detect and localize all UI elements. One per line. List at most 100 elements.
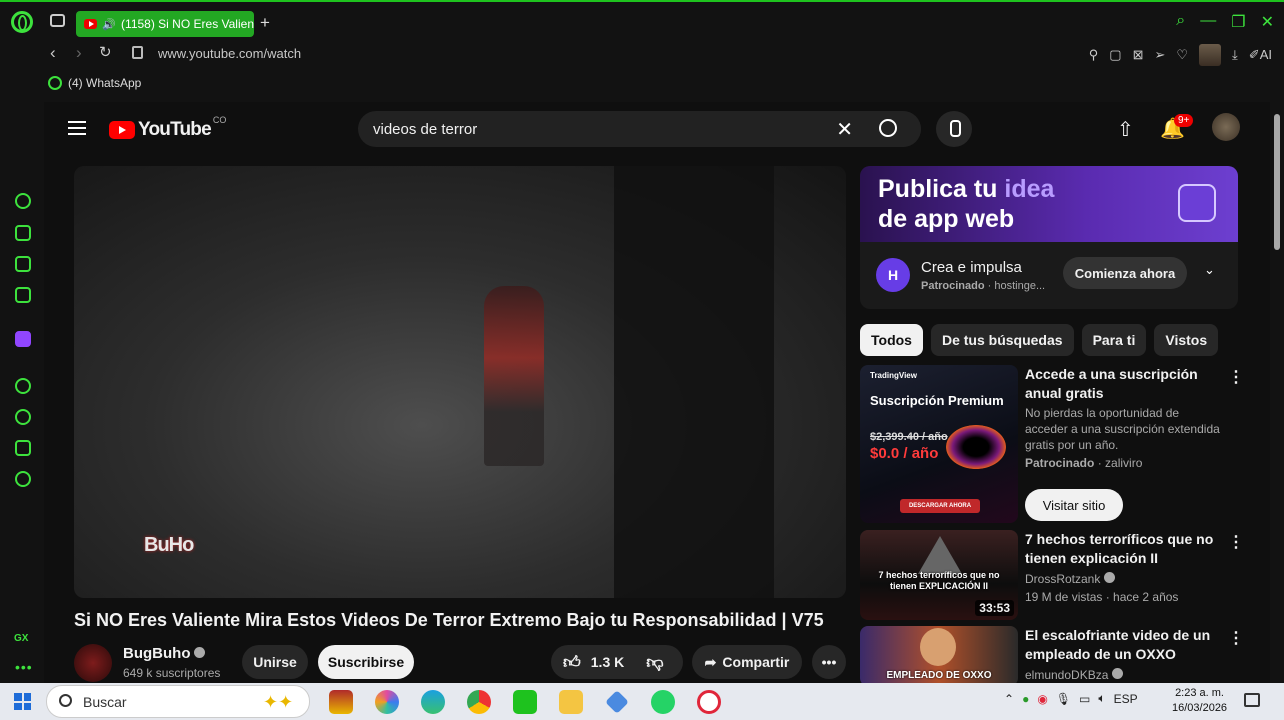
network-icon[interactable]: ▭: [1079, 692, 1090, 706]
tray-app-icon[interactable]: ●: [1022, 692, 1029, 706]
bookmark-whatsapp[interactable]: (4) WhatsApp: [68, 76, 141, 90]
history-icon[interactable]: [15, 409, 31, 425]
ad-banner[interactable]: Publica tu idea de app web: [860, 166, 1238, 242]
list-item[interactable]: TradingView Suscripción Premium $2,399.4…: [860, 365, 1244, 525]
more-actions-button[interactable]: •••: [812, 645, 846, 679]
app-diamond-icon[interactable]: [605, 690, 629, 714]
tray-opera-icon[interactable]: ◉: [1037, 692, 1047, 706]
chrome-icon[interactable]: [467, 690, 491, 714]
start-button[interactable]: [14, 693, 31, 710]
gx-corner-icon[interactable]: [15, 225, 31, 241]
tray-chevron-icon[interactable]: ⌃: [1004, 692, 1014, 706]
more-options-icon[interactable]: ⋮: [1228, 532, 1244, 552]
maximize-button[interactable]: ❐: [1231, 12, 1245, 32]
copilot-icon[interactable]: [375, 690, 399, 714]
minimize-button[interactable]: —: [1200, 12, 1216, 32]
search-button[interactable]: [861, 111, 921, 147]
reload-button[interactable]: ↻: [99, 43, 112, 61]
video-thumbnail[interactable]: 7 hechos terroríficos que no tienen EXPL…: [860, 530, 1018, 620]
like-icon[interactable]: 👍︎: [563, 652, 581, 673]
adblock-icon[interactable]: ⊠: [1133, 47, 1144, 63]
clear-search-icon[interactable]: ✕: [836, 117, 853, 142]
subscribe-button[interactable]: Suscribirse: [318, 645, 414, 679]
edge-icon[interactable]: [421, 690, 445, 714]
messenger-icon[interactable]: [15, 287, 31, 303]
send-icon[interactable]: ➢: [1154, 47, 1165, 63]
file-explorer-icon[interactable]: [559, 690, 583, 714]
opera-logo-icon[interactable]: [11, 11, 33, 33]
heart-icon[interactable]: ♡: [1176, 47, 1188, 63]
rec-channel[interactable]: DrossRotzank: [1025, 571, 1221, 587]
share-button[interactable]: ➦ Compartir: [692, 645, 802, 679]
visit-site-button[interactable]: Visitar sitio: [1025, 489, 1123, 521]
list-item[interactable]: EMPLEADO DE OXXO El escalofriante video …: [860, 626, 1244, 685]
dislike-icon[interactable]: 👎︎: [646, 652, 663, 673]
more-options-icon[interactable]: ⋮: [1228, 628, 1244, 648]
gx-badge[interactable]: GX: [14, 633, 28, 644]
twitch-icon[interactable]: [15, 331, 31, 347]
rec-title[interactable]: 7 hechos terroríficos que no tienen expl…: [1025, 530, 1221, 568]
tray-mic-icon[interactable]: 🎙︎: [1056, 692, 1071, 706]
forward-button[interactable]: ›: [76, 43, 82, 63]
search-input[interactable]: videos de terror: [373, 121, 477, 138]
opera-gx-taskbar-icon[interactable]: [697, 690, 721, 714]
ad-title[interactable]: Crea e impulsa: [921, 259, 1022, 276]
tab-islands-icon[interactable]: [50, 14, 65, 27]
video-player[interactable]: BuHo: [74, 166, 846, 598]
sidebar-more-icon[interactable]: •••: [15, 659, 33, 675]
ad-card[interactable]: Publica tu idea de app web H Crea e impu…: [860, 166, 1238, 309]
back-button[interactable]: ‹: [50, 43, 56, 63]
rec-title[interactable]: Accede a una suscripción anual gratis: [1025, 365, 1221, 403]
rec-channel[interactable]: elmundoDKBza: [1025, 667, 1221, 683]
join-button[interactable]: Unirse: [242, 645, 308, 679]
copilot-sparkle-icon[interactable]: ✦✦: [263, 692, 293, 713]
cleaner-icon[interactable]: [15, 256, 31, 272]
chip-from-searches[interactable]: De tus búsquedas: [930, 324, 1074, 356]
speaker-icon[interactable]: 🔊: [102, 18, 116, 31]
page-scrollbar[interactable]: [1270, 102, 1284, 685]
rec-title[interactable]: El escalofriante video de un empleado de…: [1025, 626, 1221, 664]
youtube-logo[interactable]: YouTube CO: [109, 115, 226, 141]
winrar-icon[interactable]: [329, 690, 353, 714]
ad-cta-button[interactable]: Comienza ahora: [1063, 257, 1187, 289]
menu-icon[interactable]: [68, 121, 86, 135]
volume-icon[interactable]: 🔈︎: [1098, 691, 1105, 706]
advertiser-logo[interactable]: H: [876, 258, 910, 292]
chip-watched[interactable]: Vistos: [1154, 324, 1219, 356]
video-thumbnail[interactable]: EMPLEADO DE OXXO: [860, 626, 1018, 685]
notification-center-icon[interactable]: [1244, 693, 1260, 707]
profile-avatar[interactable]: [1199, 44, 1222, 66]
like-count[interactable]: 1.3 K: [591, 654, 624, 670]
whatsapp-desktop-icon[interactable]: [513, 690, 537, 714]
player-icon[interactable]: [15, 378, 31, 394]
search-bar[interactable]: videos de terror ✕: [358, 111, 921, 147]
list-item[interactable]: 7 hechos terroríficos que no tienen EXPL…: [860, 530, 1244, 620]
chip-all[interactable]: Todos: [860, 324, 923, 356]
taskbar-search[interactable]: Buscar ✦✦: [46, 685, 310, 718]
voice-search-button[interactable]: [936, 111, 972, 147]
tab-youtube[interactable]: 🔊 (1158) Si NO Eres Valien: [76, 11, 254, 37]
pin-icon[interactable]: ⚲: [1089, 47, 1099, 63]
account-avatar[interactable]: [1212, 113, 1240, 141]
search-icon[interactable]: ⌕: [1176, 12, 1185, 32]
sponsored-thumbnail[interactable]: TradingView Suscripción Premium $2,399.4…: [860, 365, 1018, 523]
extensions-icon[interactable]: [15, 440, 31, 456]
close-button[interactable]: ✕: [1261, 12, 1274, 32]
channel-name[interactable]: BugBuho: [123, 645, 206, 662]
upload-icon[interactable]: ⇧: [1117, 117, 1134, 142]
ai-button[interactable]: ✐AI: [1249, 47, 1272, 63]
whatsapp-app-icon[interactable]: [651, 690, 675, 714]
chevron-down-icon[interactable]: ⌄: [1204, 262, 1215, 278]
new-tab-button[interactable]: +: [260, 13, 270, 33]
download-icon[interactable]: ⤓: [1232, 47, 1238, 63]
chip-for-you[interactable]: Para ti: [1081, 324, 1147, 356]
settings-icon[interactable]: [15, 471, 31, 487]
snapshot-icon[interactable]: ▢: [1109, 47, 1121, 63]
scrollbar-thumb[interactable]: [1274, 114, 1280, 250]
language-indicator[interactable]: ESP: [1114, 692, 1138, 706]
url-field[interactable]: www.youtube.com/watch: [158, 46, 301, 61]
more-options-icon[interactable]: ⋮: [1228, 367, 1244, 387]
lock-icon[interactable]: [132, 46, 143, 59]
gx-control-icon[interactable]: [15, 193, 31, 209]
channel-avatar[interactable]: [74, 644, 112, 682]
